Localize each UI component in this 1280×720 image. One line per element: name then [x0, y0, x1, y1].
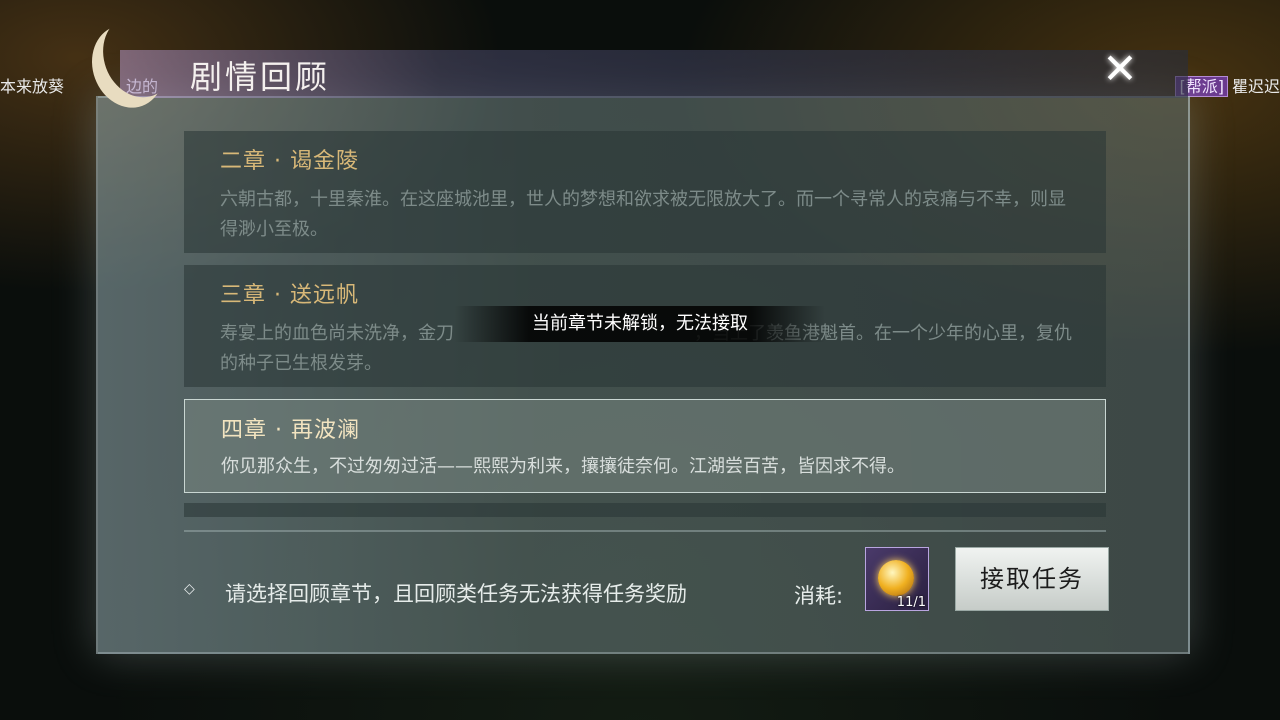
world-chat-ticker-right: [帮派] 瞿迟迟 — [1175, 73, 1280, 97]
chapter-item-partial[interactable] — [184, 503, 1106, 517]
ticker-left-text: 本来放葵 — [0, 77, 65, 96]
close-icon: ✕ — [1102, 44, 1138, 93]
item-count: 11/1 — [896, 595, 926, 610]
footer-divider — [184, 530, 1106, 532]
chapter-item-4[interactable]: 四章 · 再波澜 你见那众生，不过匆匆过活——熙熙为利来，攘攘徒奈何。江湖尝百苦… — [184, 399, 1106, 493]
close-button[interactable]: ✕ — [1098, 47, 1142, 91]
ticker-right-text: 瞿迟迟 — [1231, 77, 1280, 96]
chapter-title: 四章 · 再波澜 — [221, 418, 360, 443]
accept-quest-button[interactable]: 接取任务 — [955, 547, 1109, 611]
chapter-title: 三章 · 送远帆 — [220, 283, 359, 308]
chapter-desc: 你见那众生，不过匆匆过活——熙熙为利来，攘攘徒奈何。江湖尝百苦，皆因求不得。 — [221, 456, 905, 477]
chapter-desc: 六朝古都，十里秦淮。在这座城池里，世人的梦想和欲求被无限放大了。而一个寻常人的哀… — [220, 189, 1066, 240]
chapter-desc-part1: 寿宴上的血色尚未洗净，金刀 — [220, 323, 454, 344]
page-title: 剧情回顾 — [190, 58, 331, 96]
diamond-icon: ◇ — [184, 581, 195, 597]
golden-orb-icon — [878, 560, 914, 596]
cost-item-slot[interactable]: 11/1 — [865, 547, 929, 611]
locked-toast: 当前章节未解锁，无法接取 — [455, 306, 825, 342]
footer-hint: 请选择回顾章节，且回顾类任务无法获得任务奖励 — [225, 582, 687, 606]
chapter-title: 二章 · 谒金陵 — [220, 149, 359, 174]
chapter-item-2[interactable]: 二章 · 谒金陵 六朝古都，十里秦淮。在这座城池里，世人的梦想和欲求被无限放大了… — [184, 131, 1106, 253]
cost-label: 消耗: — [794, 584, 844, 608]
